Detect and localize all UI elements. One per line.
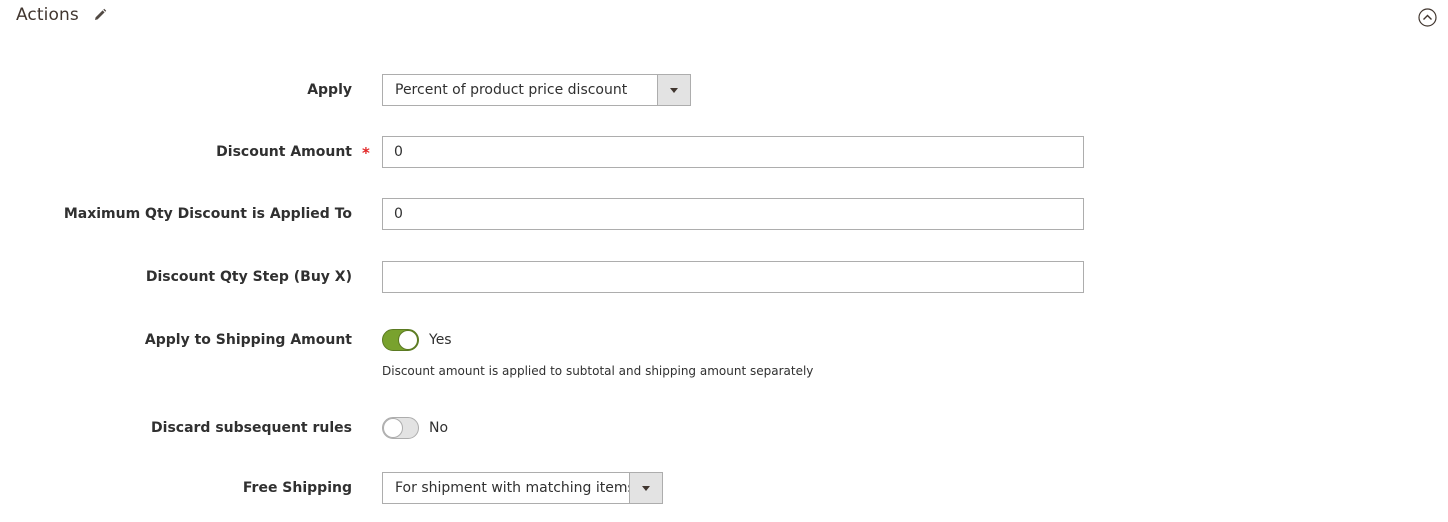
discount-amount-input[interactable] xyxy=(382,136,1084,168)
caret-down-icon[interactable] xyxy=(629,473,662,503)
max-qty-input[interactable] xyxy=(382,198,1084,230)
field-row-discard-rules: Discard subsequent rules No xyxy=(0,412,1448,444)
discount-amount-label: Discount Amount xyxy=(216,144,352,160)
free-shipping-label: Free Shipping xyxy=(242,480,352,496)
field-row-max-qty: Maximum Qty Discount is Applied To xyxy=(0,198,1448,230)
section-title: Actions xyxy=(16,5,79,25)
apply-shipping-label: Apply to Shipping Amount xyxy=(144,332,352,348)
pencil-icon[interactable] xyxy=(92,7,108,23)
apply-shipping-note: Discount amount is applied to subtotal a… xyxy=(382,364,814,378)
discard-rules-state: No xyxy=(429,420,449,436)
toggle-knob xyxy=(398,330,418,350)
qty-step-input[interactable] xyxy=(382,261,1084,293)
section-header: Actions xyxy=(16,2,108,28)
apply-select-value: Percent of product price discount xyxy=(395,82,628,98)
free-shipping-select-value: For shipment with matching items xyxy=(395,480,635,496)
qty-step-label: Discount Qty Step (Buy X) xyxy=(145,269,352,285)
discard-rules-toggle[interactable] xyxy=(382,417,419,439)
caret-down-icon[interactable] xyxy=(657,75,690,105)
discard-rules-label: Discard subsequent rules xyxy=(151,420,352,436)
field-row-apply-shipping: Apply to Shipping Amount Yes xyxy=(0,324,1448,356)
required-asterisk: * xyxy=(362,144,370,162)
free-shipping-select[interactable]: For shipment with matching items xyxy=(382,472,663,504)
field-row-discount-amount: Discount Amount * xyxy=(0,136,1448,168)
field-row-apply: Apply Percent of product price discount xyxy=(0,74,1448,106)
max-qty-label: Maximum Qty Discount is Applied To xyxy=(63,206,352,222)
field-row-free-shipping: Free Shipping For shipment with matching… xyxy=(0,472,1448,504)
apply-select[interactable]: Percent of product price discount xyxy=(382,74,691,106)
apply-shipping-state: Yes xyxy=(429,332,452,348)
apply-label: Apply xyxy=(307,82,352,98)
apply-shipping-toggle[interactable] xyxy=(382,329,419,351)
toggle-knob xyxy=(383,418,403,438)
field-row-qty-step: Discount Qty Step (Buy X) xyxy=(0,261,1448,293)
chevron-up-circle-icon[interactable] xyxy=(1418,8,1437,27)
